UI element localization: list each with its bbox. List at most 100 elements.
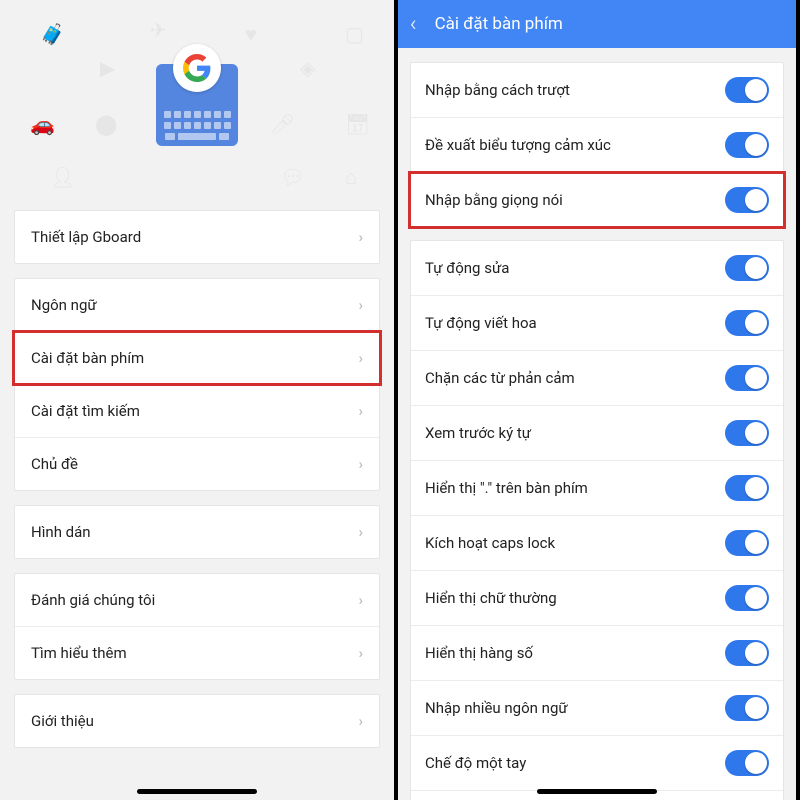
settings-row[interactable]: Chủ đề › [15, 437, 379, 490]
toggle-row[interactable]: Nhập bằng cách trượt [411, 63, 783, 117]
settings-row-label: Chủ đề [31, 455, 78, 473]
plane-icon: ✈︎ [150, 18, 167, 42]
toggle-switch[interactable] [725, 475, 769, 501]
pin-icon: ⬤ [95, 112, 117, 136]
settings-row[interactable]: Đánh giá chúng tôi › [15, 574, 379, 626]
calendar-icon: 📅︎ [345, 112, 370, 136]
toggle-switch[interactable] [725, 585, 769, 611]
heart-icon: ♥ [245, 22, 257, 47]
play-icon: ▶ [100, 56, 115, 80]
briefcase-icon: 🧳 [40, 22, 65, 46]
toggle-knob [745, 257, 767, 279]
person-icon: 👤︎ [50, 165, 75, 189]
toggle-row[interactable]: Đề xuất biểu tượng cảm xúc [411, 117, 783, 172]
toggle-row[interactable]: Hiển thị chữ thường [411, 570, 783, 625]
toggle-switch[interactable] [725, 132, 769, 158]
toggle-knob [745, 189, 767, 211]
toggle-row[interactable]: Hiển thị hàng số [411, 625, 783, 680]
toggle-label: Nhập bằng cách trượt [425, 81, 570, 99]
toggle-knob [745, 697, 767, 719]
toggle-switch[interactable] [725, 695, 769, 721]
toggle-knob [745, 477, 767, 499]
toggle-switch[interactable] [725, 187, 769, 213]
settings-row[interactable]: Thiết lập Gboard › [15, 211, 379, 263]
toggle-label: Nhập nhiều ngôn ngữ [425, 699, 568, 717]
chevron-right-icon: › [358, 712, 363, 730]
toggle-row[interactable]: Tự động sửa [411, 241, 783, 295]
toggle-label: Đề xuất biểu tượng cảm xúc [425, 136, 611, 154]
toggle-label: Hiển thị hàng số [425, 644, 533, 662]
header-bar: ‹ Cài đặt bàn phím [398, 0, 796, 48]
toggle-knob [745, 79, 767, 101]
mic-icon: 🎤︎ [270, 112, 295, 136]
chevron-right-icon: › [358, 523, 363, 541]
toggle-label: Xem trước ký tự [425, 424, 531, 442]
settings-scroll[interactable]: Nhập bằng cách trượt Đề xuất biểu tượng c… [398, 48, 796, 800]
chevron-right-icon: › [358, 296, 363, 314]
toggle-knob [745, 532, 767, 554]
keyboard-settings-screen: ‹ Cài đặt bàn phím Nhập bằng cách trượt Đ… [398, 0, 796, 800]
chevron-right-icon: › [358, 402, 363, 420]
toggle-label: Hiển thị "." trên bàn phím [425, 479, 588, 497]
toggle-switch[interactable] [725, 750, 769, 776]
toggle-label: Kích hoạt caps lock [425, 534, 555, 552]
toggle-knob [745, 367, 767, 389]
toggle-label: Nhập bằng giọng nói [425, 191, 563, 209]
toggle-knob [745, 642, 767, 664]
settings-row-label: Tìm hiểu thêm [31, 644, 127, 662]
home-icon: ⌂ [345, 165, 357, 190]
hero-banner: 🧳 ✈︎ ♥ ▢ ▶ ◈ 🚗 ⬤ 🎤︎ 📅︎ 👤︎ 💬︎ ⌂ [0, 0, 394, 210]
chevron-right-icon: › [358, 455, 363, 473]
toggle-switch[interactable] [725, 77, 769, 103]
image-icon: ▢ [345, 22, 364, 46]
toggle-knob [745, 134, 767, 156]
toggle-row[interactable]: Nhập nhiều ngôn ngữ [411, 680, 783, 735]
toggle-switch[interactable] [725, 530, 769, 556]
toggle-knob [745, 752, 767, 774]
chevron-right-icon: › [358, 591, 363, 609]
toggle-row[interactable]: Kích hoạt caps lock [411, 515, 783, 570]
settings-row-label: Giới thiệu [31, 712, 94, 730]
toggle-label: Hiển thị chữ thường [425, 589, 557, 607]
toggle-switch[interactable] [725, 640, 769, 666]
gboard-settings-list: Thiết lập Gboard›Ngôn ngữ›Cài đặt bàn ph… [0, 210, 394, 748]
home-indicator[interactable] [137, 789, 257, 794]
toggle-knob [745, 422, 767, 444]
chevron-right-icon: › [358, 228, 363, 246]
chevron-right-icon: › [358, 349, 363, 367]
settings-row-label: Thiết lập Gboard [31, 228, 141, 246]
header-title: Cài đặt bàn phím [435, 14, 563, 34]
settings-row[interactable]: Cài đặt bàn phím› [15, 331, 379, 384]
toggle-row[interactable]: Tự động viết hoa [411, 295, 783, 350]
settings-row[interactable]: Cài đặt tìm kiếm› [15, 384, 379, 437]
settings-row-label: Ngôn ngữ [31, 296, 97, 314]
settings-row[interactable]: Giới thiệu › [15, 695, 379, 747]
gboard-app-icon [156, 64, 238, 146]
toggle-switch[interactable] [725, 365, 769, 391]
toggle-row[interactable]: Chặn các từ phản cảm [411, 350, 783, 405]
toggle-knob [745, 312, 767, 334]
home-indicator[interactable] [537, 789, 657, 794]
google-g-icon [173, 44, 221, 92]
chevron-right-icon: › [358, 644, 363, 662]
settings-row[interactable]: Tìm hiểu thêm › [15, 626, 379, 679]
toggle-switch[interactable] [725, 255, 769, 281]
car-icon: 🚗 [30, 112, 55, 136]
label-icon: ◈ [300, 56, 315, 80]
settings-row-label: Hình dán [31, 523, 91, 541]
toggle-knob [745, 587, 767, 609]
toggle-row[interactable]: Nhập bằng giọng nói [411, 172, 783, 227]
toggle-label: Tự động sửa [425, 259, 509, 277]
settings-row[interactable]: Hình dán › [15, 506, 379, 558]
toggle-label: Chế độ một tay [425, 754, 526, 772]
toggle-row[interactable]: Hiển thị "." trên bàn phím [411, 460, 783, 515]
toggle-row[interactable]: Chế độ một tay [411, 735, 783, 790]
toggle-row[interactable]: Xem trước ký tự [411, 405, 783, 460]
gboard-main-screen: 🧳 ✈︎ ♥ ▢ ▶ ◈ 🚗 ⬤ 🎤︎ 📅︎ 👤︎ 💬︎ ⌂ [0, 0, 398, 800]
toggle-switch[interactable] [725, 310, 769, 336]
settings-row[interactable]: Ngôn ngữ › [15, 279, 379, 331]
toggle-label: Tự động viết hoa [425, 314, 537, 332]
settings-row-label: Đánh giá chúng tôi [31, 591, 155, 609]
toggle-switch[interactable] [725, 420, 769, 446]
back-button[interactable]: ‹ [410, 12, 417, 37]
